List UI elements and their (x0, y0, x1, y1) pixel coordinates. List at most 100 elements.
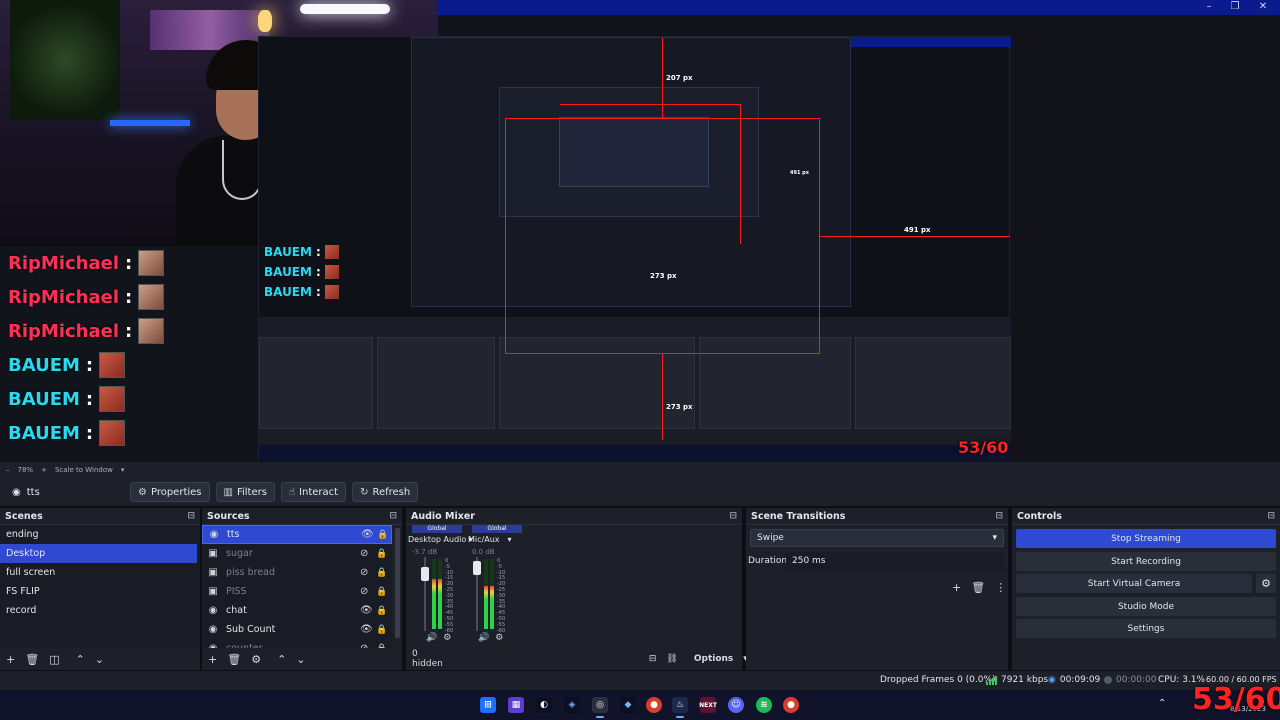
chevron-down-icon[interactable]: ⌄ (296, 653, 305, 666)
preview-canvas[interactable]: – ❐ ✕ RipMichael : RipMichael : RipMicha… (0, 0, 1280, 462)
start-recording-button[interactable]: Start Recording (1016, 552, 1276, 571)
eye-hidden-icon[interactable]: ⊘ (360, 586, 368, 597)
eye-icon[interactable]: 👁 (361, 529, 374, 540)
layout-icon[interactable]: ⊟ (649, 654, 657, 664)
chat-colon: : (315, 265, 321, 279)
chat-emote (324, 245, 339, 259)
chat-username: RipMichael (8, 252, 120, 274)
chevron-down-icon[interactable]: ▾ (121, 466, 125, 474)
undock-icon[interactable]: ⊟ (995, 511, 1003, 521)
chat-colon: : (125, 320, 133, 342)
bounding-box-line (560, 104, 740, 105)
undock-icon[interactable]: ⊟ (389, 511, 397, 521)
undock-icon[interactable]: ⊟ (1267, 511, 1275, 521)
trash-icon[interactable]: 🗑 (971, 581, 985, 594)
spotify-icon[interactable]: ≋ (756, 697, 772, 713)
lock-icon[interactable]: 🔒 (376, 549, 387, 559)
source-item[interactable]: ▣ PISS ⊘ 🔒 (202, 582, 392, 601)
mixer-options-button[interactable]: Options (694, 654, 733, 664)
link-icon[interactable]: ⛓ (666, 654, 677, 664)
start-virtual-camera-button[interactable]: Start Virtual Camera (1016, 574, 1252, 593)
stream-icon: ◉ (1048, 675, 1056, 685)
zoom-out-button[interactable]: – (6, 466, 10, 474)
source-item[interactable]: ◉ chat 👁 🔒 (202, 601, 392, 620)
obs-icon[interactable]: ◎ (592, 697, 608, 718)
stream-timer: ◉ 00:09:09 (1048, 675, 1100, 685)
chrome-icon[interactable]: ● (783, 697, 799, 713)
channel-name-dropdown[interactable]: Mic/Aux ▾ (468, 535, 512, 544)
zoom-in-button[interactable]: + (41, 466, 47, 474)
volume-fader-knob[interactable] (473, 561, 481, 575)
gear-icon[interactable]: ⚙ (251, 653, 261, 666)
gear-icon[interactable]: ⚙ (443, 633, 451, 643)
lock-icon[interactable]: 🔒 (376, 587, 387, 597)
dock-title-label: Sources (207, 510, 250, 522)
add-icon[interactable]: + (952, 581, 961, 594)
lock-icon[interactable]: 🔒 (377, 530, 388, 540)
duration-input[interactable]: 250 ms (786, 552, 1004, 570)
chevron-down-icon[interactable]: ⌄ (95, 653, 104, 666)
trash-icon[interactable]: 🗑 (227, 653, 241, 666)
meter-scale: 0 -5 -10 -15 -20 -25 -30 -35 -40 -45 -50 -55 -60 (445, 558, 453, 634)
volume-fader-knob[interactable] (421, 567, 429, 581)
scene-item[interactable]: record (0, 601, 200, 620)
scene-filters-icon[interactable]: ◫ (49, 653, 59, 666)
transition-select[interactable]: Swipe ▾ (750, 529, 1004, 547)
eye-hidden-icon[interactable]: ⊘ (360, 548, 368, 559)
speaker-icon[interactable]: 🔊 (426, 633, 437, 643)
source-item[interactable]: ▣ piss bread ⊘ 🔒 (202, 563, 392, 582)
discord-icon[interactable]: ☺ (728, 697, 744, 713)
undock-icon[interactable]: ⊟ (729, 511, 737, 521)
eye-icon[interactable]: 👁 (360, 624, 373, 635)
mini-chat-username: BAUEM (264, 245, 312, 259)
gear-icon[interactable]: ⚙ (1256, 574, 1276, 593)
level-meter (432, 559, 436, 629)
source-item[interactable]: ◉ counter ⊘ 🔒 (202, 639, 392, 648)
globe-icon: ◉ (208, 624, 218, 635)
source-item[interactable]: ◉ tts 👁 🔒 (202, 525, 392, 544)
app-icon[interactable]: ◈ (564, 697, 580, 713)
chevron-up-icon[interactable]: ⌃ (76, 653, 85, 666)
next-app-icon[interactable]: NEXT (699, 697, 717, 713)
add-icon[interactable]: + (208, 653, 217, 666)
scene-item[interactable]: ending (0, 525, 200, 544)
undock-icon[interactable]: ⊟ (187, 511, 195, 521)
lock-icon[interactable]: 🔒 (376, 606, 387, 616)
start-icon[interactable]: ⊞ (480, 697, 496, 713)
properties-button[interactable]: ⚙ Properties (130, 482, 210, 502)
scene-item[interactable]: full screen (0, 563, 200, 582)
stop-streaming-button[interactable]: Stop Streaming (1016, 529, 1276, 548)
speaker-icon[interactable]: 🔊 (478, 633, 489, 643)
steam-icon[interactable]: ♨ (672, 697, 688, 718)
preview-zoom-bar: – 78% + Scale to Window ▾ (0, 462, 1280, 478)
gear-icon[interactable]: ⚙ (495, 633, 503, 643)
more-options-icon[interactable]: ⋮ (995, 581, 1006, 594)
eye-hidden-icon[interactable]: ⊘ (360, 567, 368, 578)
add-icon[interactable]: + (6, 653, 15, 666)
channel-name-dropdown[interactable]: Desktop Audio ▾ (408, 535, 472, 544)
scene-label: Desktop (6, 548, 46, 559)
refresh-button[interactable]: ↻ Refresh (352, 482, 419, 502)
trash-icon[interactable]: 🗑 (25, 653, 39, 666)
app-grid-icon[interactable]: ▦ (508, 697, 524, 713)
mini-chat-message: BAUEM: (264, 263, 339, 281)
sources-scrollbar[interactable] (395, 528, 400, 638)
scene-item[interactable]: Desktop (0, 544, 197, 563)
chrome-icon[interactable]: ● (646, 697, 662, 713)
app-icon[interactable]: ◐ (536, 697, 552, 713)
tray-chevron-icon[interactable]: ⌃ (1158, 698, 1166, 709)
lock-icon[interactable]: 🔒 (376, 568, 387, 578)
source-item[interactable]: ▣ sugar ⊘ 🔒 (202, 544, 392, 563)
duration-value: 250 ms (792, 556, 826, 566)
vscode-icon[interactable]: ◆ (620, 697, 636, 713)
source-item[interactable]: ◉ Sub Count 👁 🔒 (202, 620, 392, 639)
settings-button[interactable]: Settings (1016, 619, 1276, 638)
eye-icon[interactable]: 👁 (360, 605, 373, 616)
filters-button[interactable]: ▥ Filters (215, 482, 275, 502)
interact-button[interactable]: ☝ Interact (280, 482, 347, 502)
lock-icon[interactable]: 🔒 (376, 625, 387, 635)
scene-item[interactable]: FS FLIP (0, 582, 200, 601)
studio-mode-button[interactable]: Studio Mode (1016, 597, 1276, 616)
chevron-up-icon[interactable]: ⌃ (277, 653, 286, 666)
scale-mode-select[interactable]: Scale to Window (55, 466, 113, 474)
